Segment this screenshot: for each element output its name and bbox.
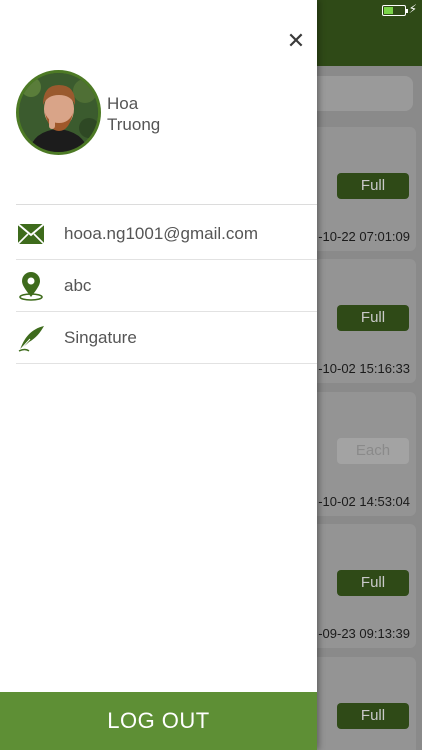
card-action-button: Each xyxy=(337,438,409,464)
card-action-button: Full xyxy=(337,305,409,331)
menu-item-label: abc xyxy=(64,275,92,295)
card-action-button: Full xyxy=(337,703,409,729)
card-action-button: Full xyxy=(337,570,409,596)
avatar-photo xyxy=(19,73,98,152)
card-action-button: Full xyxy=(337,173,409,199)
menu-item-label: hooa.ng1001@gmail.com xyxy=(64,223,258,243)
card-timestamp: -10-02 14:53:04 xyxy=(318,494,410,509)
close-icon[interactable]: ✕ xyxy=(284,30,308,54)
divider xyxy=(16,204,317,205)
avatar xyxy=(16,70,101,155)
profile-first-name: Hoa xyxy=(107,94,139,113)
side-drawer: ✕ Hoa Truong hooa.ng1001@gmail.com abc S… xyxy=(0,0,317,750)
background-card: Full xyxy=(300,657,416,750)
card-timestamp: -09-23 09:13:39 xyxy=(318,626,410,641)
profile-name: Hoa Truong xyxy=(107,93,227,135)
card-timestamp: -10-22 07:01:09 xyxy=(318,229,410,244)
logout-button[interactable]: LOG OUT xyxy=(0,692,317,750)
background-card: Full -10-02 15:16:33 xyxy=(300,259,416,383)
background-card: Full -09-23 09:13:39 xyxy=(300,524,416,648)
profile-last-name: Truong xyxy=(107,115,161,134)
background-card: Each -10-02 14:53:04 xyxy=(300,392,416,516)
quill-pen-icon xyxy=(16,323,46,353)
battery-icon xyxy=(382,5,408,16)
mail-icon xyxy=(16,219,46,249)
menu-item-signature[interactable]: Singature xyxy=(16,312,317,364)
bolt-icon: ⚡ xyxy=(408,2,417,16)
menu-item-label: Singature xyxy=(64,327,137,347)
location-pin-icon xyxy=(16,271,46,301)
background-card: Full -10-22 07:01:09 xyxy=(300,127,416,251)
card-timestamp: -10-02 15:16:33 xyxy=(318,361,410,376)
menu-item-location[interactable]: abc xyxy=(16,260,317,312)
menu-item-email[interactable]: hooa.ng1001@gmail.com xyxy=(16,208,317,260)
